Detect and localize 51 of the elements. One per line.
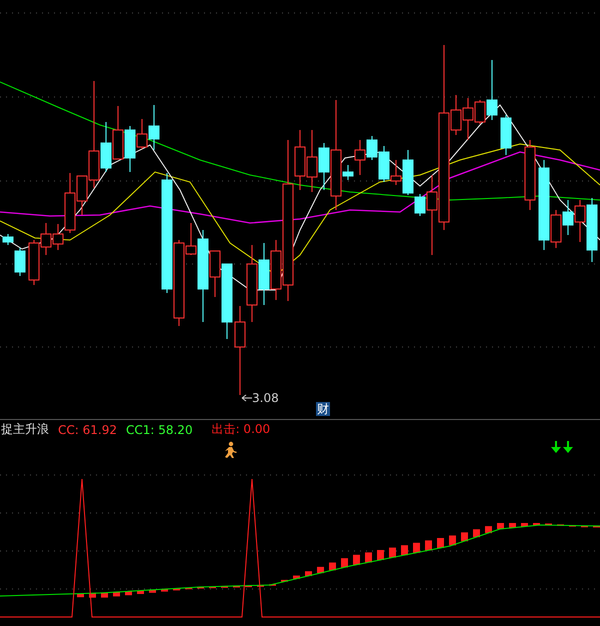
histogram-bar [317, 566, 324, 574]
histogram-bar [149, 590, 156, 593]
candlestick [524, 140, 536, 210]
histogram-bar [377, 550, 384, 560]
histogram-bar [101, 592, 108, 598]
histogram-bar [509, 523, 516, 528]
indicator-name: 捉主升浪 [1, 421, 49, 438]
down-arrow-icon [551, 441, 561, 453]
candlestick [2, 234, 14, 246]
low-price-label: 3.08 [252, 391, 279, 405]
indicator-value: 出击: 0.00 [212, 421, 270, 438]
histogram-bar [89, 593, 96, 598]
histogram-bar [485, 526, 492, 534]
candlestick [500, 114, 512, 156]
histogram-bar [173, 588, 180, 590]
histogram-bar [449, 535, 456, 546]
histogram-bar [125, 591, 132, 596]
histogram-bar [281, 580, 288, 582]
histogram-bar [473, 529, 480, 538]
candlestick [562, 200, 574, 236]
histogram-bar [497, 523, 504, 529]
histogram-bar [413, 542, 420, 553]
candlestick [14, 248, 26, 276]
histogram-bar [389, 548, 396, 558]
histogram-bar [521, 523, 528, 527]
histogram-bar [341, 558, 348, 568]
histogram-bar [305, 571, 312, 576]
histogram-bar [365, 552, 372, 562]
finance-badge[interactable]: 财 [316, 402, 330, 416]
histogram-bar [401, 545, 408, 556]
histogram-bar [137, 590, 144, 594]
histogram-bar [425, 540, 432, 550]
candlestick [112, 106, 124, 160]
indicator-value: CC1: 58.20 [126, 422, 193, 436]
histogram-bar [461, 532, 468, 542]
histogram-bar [293, 576, 300, 579]
candlestick [306, 130, 318, 192]
histogram-bar [353, 554, 360, 565]
running-person-icon [225, 442, 237, 458]
histogram-bar [113, 592, 120, 596]
histogram-bar [161, 589, 168, 592]
indicator-value: CC: 61.92 [58, 422, 117, 436]
histogram-bar [77, 594, 84, 598]
candlestick [28, 240, 40, 286]
down-arrow-icon [563, 441, 573, 453]
histogram-bar [533, 523, 540, 526]
low-arrow-icon [242, 394, 252, 402]
candlestick [40, 222, 52, 256]
histogram-bar [437, 538, 444, 548]
histogram-bar [329, 562, 336, 570]
candlestick [258, 242, 270, 306]
